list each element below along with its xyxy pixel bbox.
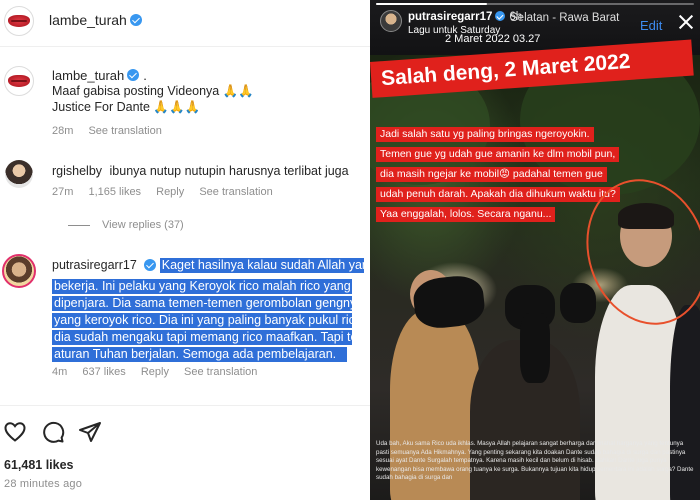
comment-2-see-translation[interactable]: See translation xyxy=(184,366,257,378)
lips-logo-icon xyxy=(8,15,30,27)
comment-1-see-translation[interactable]: See translation xyxy=(199,186,272,198)
send-icon[interactable] xyxy=(78,420,102,444)
post-author-username-text[interactable]: lambe_turah xyxy=(49,12,127,28)
story-caption-line-1: Jadi salah satu yg paling bringas ngeroy… xyxy=(376,127,594,142)
lips-logo-icon xyxy=(8,75,30,87)
post-author-username[interactable]: lambe_turah xyxy=(49,12,142,28)
comment-1-meta: 27m 1,165 likes Reply See translation xyxy=(52,186,285,198)
comment-icon[interactable] xyxy=(41,420,65,444)
lambe-turah-avatar[interactable] xyxy=(4,6,34,36)
comment-1-body: rgishelby ibunya nutup nutupin harusnya … xyxy=(52,164,349,179)
comment-2-reply[interactable]: Reply xyxy=(141,366,169,378)
caption-time: 28m xyxy=(52,125,74,137)
comment-1-time: 27m xyxy=(52,186,74,198)
story-caption-line-4: udah penuh darah. Apakah dia dihukum wak… xyxy=(376,187,620,202)
face-scribble xyxy=(520,313,550,383)
comment-1-text: ibunya nutup nutupin harusnya terlibat j… xyxy=(109,164,349,178)
story-bottom-text: Uda bah, Aku sama Rico uda ikhlas. Masya… xyxy=(376,440,694,482)
story-date: 2 Maret 2022 03.27 xyxy=(445,33,541,45)
putrasiregarr17-avatar[interactable] xyxy=(2,254,36,288)
comment-1-reply[interactable]: Reply xyxy=(156,186,184,198)
face-scribble xyxy=(560,283,596,323)
post-like-count[interactable]: 61,481 likes xyxy=(4,458,74,472)
comment-2-line-4: yang keroyok rico. Dia ini yang paling b… xyxy=(52,313,352,328)
post-timestamp: 28 minutes ago xyxy=(4,478,83,490)
story-avatar[interactable] xyxy=(380,10,402,32)
comment-2-line-3: dipenjara. Dia sama temen-temen gerombol… xyxy=(52,296,352,311)
instagram-post-panel: lambe_turah lambe_turah. Maaf gabisa pos… xyxy=(0,0,370,500)
story-progress-bar xyxy=(376,3,694,5)
caption-username-text[interactable]: lambe_turah xyxy=(52,68,124,83)
comment-2-body: putrasiregarr17 Kaget hasilnya kalau sud… xyxy=(52,258,370,364)
close-icon[interactable] xyxy=(678,14,694,30)
story-username[interactable]: putrasiregarr17 6h xyxy=(408,11,522,23)
story-caption-line-2: Temen gue yg udah gue amanin ke dlm mobi… xyxy=(376,147,620,162)
comment-1-likes[interactable]: 1,165 likes xyxy=(88,186,141,198)
story-progress-fill xyxy=(376,3,488,5)
verified-badge-icon xyxy=(143,259,156,271)
rgishelby-avatar[interactable] xyxy=(5,160,33,188)
comment-2-line-1: Kaget hasilnya kalau sudah Allah yang xyxy=(159,258,364,273)
dot-separator: . xyxy=(143,68,147,83)
caption-avatar[interactable] xyxy=(4,66,34,96)
comment-2-line-6: aturan Tuhan berjalan. Semoga ada pembel… xyxy=(52,347,347,362)
comment-2-username[interactable]: putrasiregarr17 xyxy=(52,258,137,273)
story-screenshot-panel: putrasiregarr17 6h Selatan - Rawa Barat L… xyxy=(370,0,700,500)
comment-2-likes[interactable]: 637 likes xyxy=(82,366,125,378)
caption-meta: 28m See translation xyxy=(52,125,174,137)
comment-2-time: 4m xyxy=(52,366,68,378)
comment-2-line-5: dia sudah mengaku tapi memang rico maafk… xyxy=(52,330,352,345)
verified-badge-icon xyxy=(127,69,140,81)
story-location[interactable]: Selatan - Rawa Barat xyxy=(510,12,619,24)
caption-username[interactable]: lambe_turah. xyxy=(52,68,147,83)
story-caption-line-3: dia masih ngejar ke mobil😡 padahal temen… xyxy=(376,167,607,182)
header-divider xyxy=(0,46,370,47)
caption-see-translation[interactable]: See translation xyxy=(88,125,161,137)
edit-button[interactable]: Edit xyxy=(640,18,662,33)
story-caption-line-5: Yaa enggalah, lolos. Secara nganu... xyxy=(376,207,556,222)
verified-badge-icon xyxy=(129,14,142,26)
story-username-text[interactable]: putrasiregarr17 xyxy=(408,11,492,23)
comment-1-username[interactable]: rgishelby xyxy=(52,164,102,178)
comment-2-meta: 4m 637 likes Reply See translation xyxy=(52,366,269,378)
verified-badge-icon xyxy=(495,11,506,21)
caption-line-2: Justice For Dante 🙏🙏🙏 xyxy=(52,100,201,114)
view-replies-button[interactable]: View replies (37) xyxy=(68,219,184,231)
comment-2-line-2: bekerja. Ini pelaku yang Keroyok rico ma… xyxy=(52,279,352,294)
heart-icon[interactable] xyxy=(3,420,27,444)
caption-line-1: Maaf gabisa posting Videonya 🙏🙏 xyxy=(52,84,254,98)
actions-divider xyxy=(0,405,370,406)
